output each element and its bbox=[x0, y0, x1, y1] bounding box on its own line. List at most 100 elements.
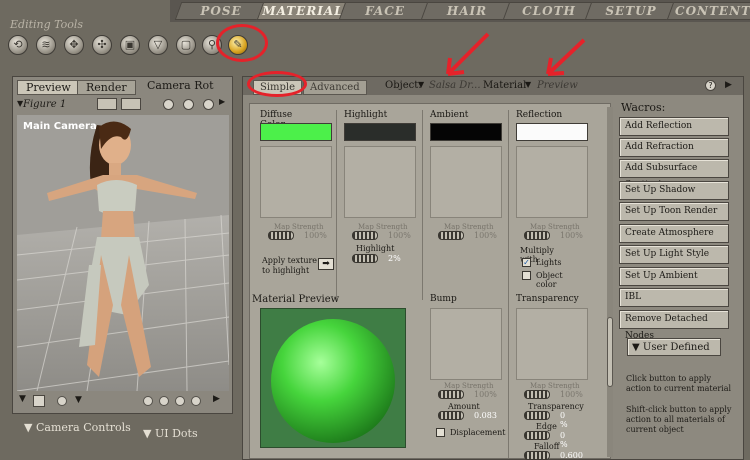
highlight-size-slider[interactable] bbox=[352, 254, 378, 263]
diffuse-color-swatch[interactable] bbox=[260, 123, 332, 141]
edge-slider[interactable] bbox=[524, 431, 550, 440]
ui-dots-label: UI Dots bbox=[154, 427, 198, 440]
highlight-map-strength-slider[interactable] bbox=[352, 231, 378, 240]
toon-render-button[interactable]: Set Up Toon Render bbox=[619, 202, 729, 221]
viewport-3d[interactable]: Main Camera bbox=[17, 115, 229, 391]
panel-menu-icon[interactable]: ▶ bbox=[725, 80, 732, 90]
edge-label: Edge bbox=[536, 422, 557, 431]
red-arrow-material bbox=[546, 38, 586, 76]
displacement-checkbox[interactable] bbox=[436, 428, 445, 437]
camera-controls-label: Camera Controls bbox=[35, 421, 131, 434]
reflection-color-swatch[interactable] bbox=[516, 123, 588, 141]
falloff-slider[interactable] bbox=[524, 451, 550, 460]
rotate-icon[interactable]: ⟲ bbox=[8, 35, 28, 55]
twist-icon[interactable]: ≋ bbox=[36, 35, 56, 55]
user-defined-button[interactable]: ▼ User Defined bbox=[627, 338, 721, 356]
display-style-icon-3[interactable] bbox=[175, 396, 185, 406]
chain-break-icon[interactable]: ▢ bbox=[176, 35, 196, 55]
displacement-label: Displacement bbox=[450, 428, 506, 437]
add-refraction-button[interactable]: Add Refraction bbox=[619, 138, 729, 157]
display-style-icon-2[interactable] bbox=[159, 396, 169, 406]
material-select-value[interactable]: Preview bbox=[537, 80, 578, 91]
object-color-checkbox[interactable] bbox=[522, 271, 531, 280]
tab-cloth[interactable]: CLOTH bbox=[502, 2, 596, 20]
lights-label: Lights bbox=[536, 258, 562, 267]
diffuse-texture-map[interactable] bbox=[260, 146, 332, 218]
diffuse-map-strength-slider[interactable] bbox=[268, 231, 294, 240]
diffuse-map-strength-label: Map Strength bbox=[274, 223, 324, 231]
add-subsurface-button[interactable]: Add Subsurface Scattering bbox=[619, 159, 729, 190]
wacros-title: Wacros: bbox=[621, 101, 666, 114]
light-style-button[interactable]: Set Up Light Style bbox=[619, 245, 729, 264]
tab-content[interactable]: CONTENT bbox=[666, 2, 750, 20]
tab-hair[interactable]: HAIR bbox=[420, 2, 514, 20]
reflection-texture-map[interactable] bbox=[516, 146, 588, 218]
preview-bottom-bar: ▼ ▼ ▶ bbox=[17, 393, 229, 411]
ambient-color-swatch[interactable] bbox=[430, 123, 502, 141]
display-button-icon[interactable] bbox=[203, 99, 214, 110]
background-color-icon[interactable] bbox=[33, 395, 45, 407]
transparency-slider[interactable] bbox=[524, 411, 550, 420]
ambient-map-strength-slider[interactable] bbox=[438, 231, 464, 240]
scale-icon[interactable]: ▣ bbox=[120, 35, 140, 55]
highlight-circle-tool bbox=[216, 24, 268, 62]
scrollbar-thumb[interactable] bbox=[607, 317, 613, 387]
figure-label: Figure 1 bbox=[23, 99, 67, 110]
highlight-color-swatch[interactable] bbox=[344, 123, 416, 141]
translate-icon[interactable]: ✥ bbox=[64, 35, 84, 55]
material-dropdown-arrow-icon[interactable]: ▼ bbox=[525, 80, 531, 89]
ibl-button[interactable]: IBL bbox=[619, 288, 729, 307]
ambient-occlusion-button[interactable]: Set Up Ambient Occlusion bbox=[619, 267, 729, 298]
remove-detached-nodes-button[interactable]: Remove Detached Nodes bbox=[619, 310, 729, 341]
tab-face[interactable]: FACE bbox=[338, 2, 432, 20]
shadow-catcher-button[interactable]: Set Up Shadow Catcher bbox=[619, 181, 729, 212]
tab-render[interactable]: Render bbox=[77, 80, 136, 95]
preview-sphere bbox=[271, 319, 395, 443]
display-style-icon-1[interactable] bbox=[143, 396, 153, 406]
display-style-icon-4[interactable] bbox=[191, 396, 201, 406]
lights-checkbox[interactable]: ✓ bbox=[522, 258, 531, 267]
light-button-icon[interactable] bbox=[183, 99, 194, 110]
tab-preview[interactable]: Preview bbox=[17, 80, 80, 95]
display-more-icon[interactable]: ▶ bbox=[213, 394, 220, 404]
bump-map-strength-slider[interactable] bbox=[438, 390, 464, 399]
shadow-color-icon[interactable] bbox=[57, 396, 67, 406]
translate-in-out-icon[interactable]: ✣ bbox=[92, 35, 112, 55]
tab-material[interactable]: MATERIAL bbox=[256, 2, 350, 20]
transparency-map-strength-slider[interactable] bbox=[524, 390, 550, 399]
taper-icon[interactable]: ▽ bbox=[148, 35, 168, 55]
bump-texture-map[interactable] bbox=[430, 308, 502, 380]
view-button-icon[interactable] bbox=[163, 99, 174, 110]
apply-texture-button[interactable]: ➡ bbox=[318, 258, 334, 270]
camera-select-icon[interactable] bbox=[97, 98, 117, 110]
tab-setup[interactable]: SETUP bbox=[584, 2, 678, 20]
camera-view-icon[interactable] bbox=[121, 98, 141, 110]
figure-selector[interactable]: ▼ Figure 1 ▶ bbox=[17, 97, 229, 113]
tab-advanced[interactable]: Advanced bbox=[303, 80, 367, 95]
reflection-map-strength-slider[interactable] bbox=[524, 231, 550, 240]
ui-dots-toggle[interactable]: ▼ UI Dots bbox=[143, 427, 198, 440]
panel-expand-icon[interactable]: ▶ bbox=[219, 97, 225, 106]
material-header-bar: Simple Advanced Object: ▼ Salsa Dr... Ma… bbox=[243, 77, 743, 95]
user-defined-arrow-icon: ▼ bbox=[632, 342, 640, 353]
transparency-texture-map[interactable] bbox=[516, 308, 588, 380]
red-arrow-object bbox=[446, 32, 490, 76]
tab-pose-label: POSE bbox=[200, 4, 242, 18]
highlight-texture-map[interactable] bbox=[344, 146, 416, 218]
highlight-title: Highlight bbox=[344, 110, 388, 120]
ambient-texture-map[interactable] bbox=[430, 146, 502, 218]
tab-pose[interactable]: POSE bbox=[174, 2, 268, 20]
bump-map-strength-value: 100% bbox=[474, 390, 497, 399]
panel-scrollbar[interactable] bbox=[607, 107, 613, 457]
object-select-value[interactable]: Salsa Dr... bbox=[429, 80, 481, 91]
object-dropdown-arrow-icon[interactable]: ▼ bbox=[418, 80, 424, 89]
divider bbox=[508, 300, 509, 458]
camera-controls-toggle[interactable]: ▼ Camera Controls bbox=[24, 421, 131, 434]
help-icon[interactable]: ? bbox=[705, 80, 716, 91]
transparency-value: 0 % bbox=[560, 411, 568, 429]
create-atmosphere-button[interactable]: Create Atmosphere bbox=[619, 224, 729, 243]
add-reflection-button[interactable]: Add Reflection bbox=[619, 117, 729, 136]
amount-slider[interactable] bbox=[438, 411, 464, 420]
options-arrow-icon[interactable]: ▼ bbox=[19, 394, 26, 404]
ground-arrow-icon[interactable]: ▼ bbox=[75, 395, 82, 405]
